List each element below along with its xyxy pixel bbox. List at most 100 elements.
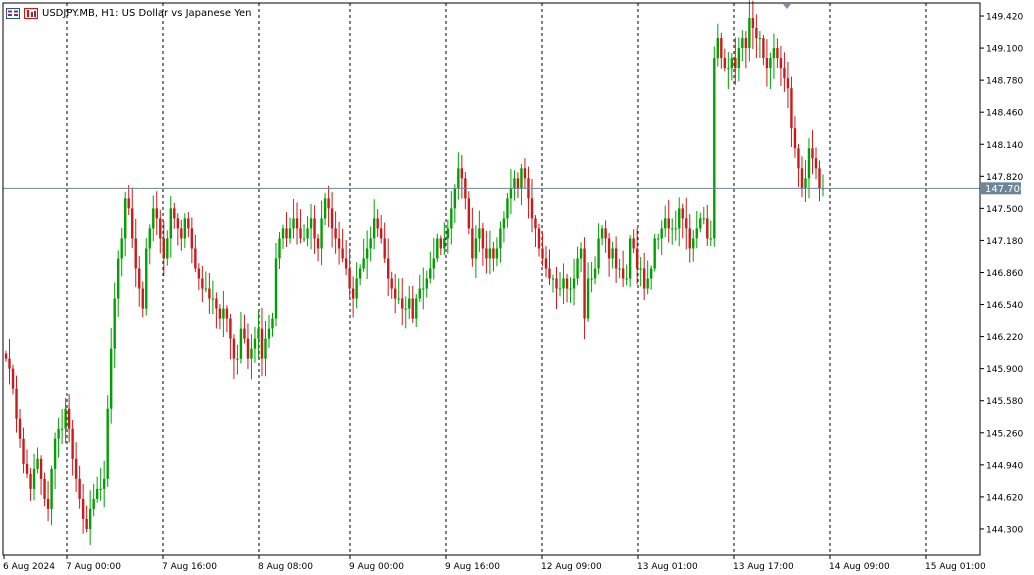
y-tick-label: 146.540 [986, 301, 1023, 311]
candle-body [18, 418, 22, 439]
y-tick-label: 144.620 [986, 493, 1023, 503]
candle-body [755, 28, 758, 39]
candle-body [36, 458, 39, 469]
candle-body [295, 218, 299, 229]
candle-body [29, 473, 32, 489]
candle-body [11, 368, 15, 389]
candle-body [625, 278, 628, 280]
y-tick-label: 149.420 [986, 13, 1023, 23]
candle-body [257, 328, 260, 339]
candle-body [113, 298, 116, 349]
candle-body [523, 168, 527, 179]
candle-body [88, 508, 92, 529]
candle-body [194, 248, 197, 269]
candle-body [600, 228, 604, 239]
candle-body [681, 208, 684, 219]
candle-body [415, 298, 418, 319]
candle-body [341, 248, 344, 259]
candle-body [323, 198, 327, 219]
candle-body [485, 248, 488, 259]
x-tick-label: 14 Aug 09:00 [829, 562, 890, 572]
candle-body [432, 258, 435, 269]
candle-body [271, 318, 274, 329]
candle-body [138, 268, 141, 289]
x-tick-label: 7 Aug 16:00 [162, 562, 217, 572]
candle-body [109, 348, 113, 409]
candle-body [779, 58, 783, 69]
candle-body [292, 218, 295, 229]
candle-body [229, 318, 232, 339]
chart-window[interactable]: USDJPY.MB, H1: US Dollar vs Japanese Yen… [0, 0, 1034, 575]
candle-body [471, 228, 474, 259]
y-tick-label: 145.260 [986, 429, 1023, 439]
candle-body [706, 218, 709, 239]
candle-body [765, 58, 769, 69]
time-axis: 6 Aug 2024 7 Aug 00:00 7 Aug 16:00 8 Aug 08… [3, 555, 986, 572]
candle-body [436, 238, 439, 259]
candle-body [723, 58, 727, 69]
candle-body [365, 248, 369, 259]
candle-body [727, 68, 730, 70]
candle-body [408, 298, 411, 309]
y-tick-label: 147.500 [986, 205, 1023, 215]
candle-body [649, 268, 653, 279]
y-tick-label: 147.180 [986, 237, 1023, 247]
candle-body [734, 58, 737, 69]
candle-body [716, 38, 720, 59]
y-tick-label: 146.220 [986, 333, 1023, 343]
candle-body [478, 228, 481, 239]
candle-body [586, 278, 590, 319]
candle-body [183, 218, 187, 239]
x-tick-label: 6 Aug 2024 [3, 562, 55, 572]
candle-body [201, 278, 204, 289]
y-tick-label: 148.780 [986, 77, 1023, 87]
candle-body [337, 238, 341, 249]
candle-body [534, 218, 537, 229]
candle-body [274, 258, 278, 319]
candle-body [807, 148, 811, 179]
candle-body [32, 468, 36, 489]
candle-body [4, 353, 8, 359]
candle-body [664, 218, 667, 229]
candle-body [117, 258, 120, 299]
candle-body [537, 228, 541, 249]
candle-body [239, 328, 243, 359]
y-tick-label: 148.140 [986, 141, 1023, 151]
candle-body [95, 488, 99, 499]
candle-body [597, 238, 600, 269]
candle-body [790, 88, 793, 129]
candle-body [579, 248, 583, 259]
candle-body [320, 218, 323, 249]
candle-body [692, 238, 695, 249]
candle-body [411, 298, 414, 319]
candle-body [688, 228, 691, 249]
candle-body [211, 298, 215, 300]
x-tick-label: 13 Aug 17:00 [733, 562, 794, 572]
candle-body [85, 518, 88, 529]
candle-body [562, 278, 565, 289]
candle-body [197, 268, 201, 279]
candle-body [57, 428, 60, 439]
candle-body [264, 338, 267, 359]
candle-body [618, 268, 621, 270]
x-tick-label: 15 Aug 01:00 [925, 562, 986, 572]
candle-body [152, 208, 155, 229]
y-tick-label: 146.860 [986, 269, 1023, 279]
candle-body [67, 408, 71, 429]
current-price-tag: 147.700 [981, 182, 1026, 195]
candle-body [621, 268, 625, 279]
candles-layer [4, 0, 825, 546]
candle-body [334, 228, 337, 239]
candle-body [674, 228, 677, 230]
candle-body [548, 268, 551, 279]
x-tick-label: 12 Aug 09:00 [541, 562, 602, 572]
price-chart[interactable]: 149.420 149.100 148.780 148.460 148.140 147.8… [0, 0, 1034, 575]
candle-body [804, 178, 807, 189]
candle-body [267, 328, 271, 339]
candle-body [344, 258, 348, 269]
y-tick-label: 145.900 [986, 365, 1023, 375]
candle-body [208, 288, 211, 299]
candle-body [362, 258, 365, 269]
candle-body [243, 328, 246, 339]
candle-body [593, 268, 597, 279]
